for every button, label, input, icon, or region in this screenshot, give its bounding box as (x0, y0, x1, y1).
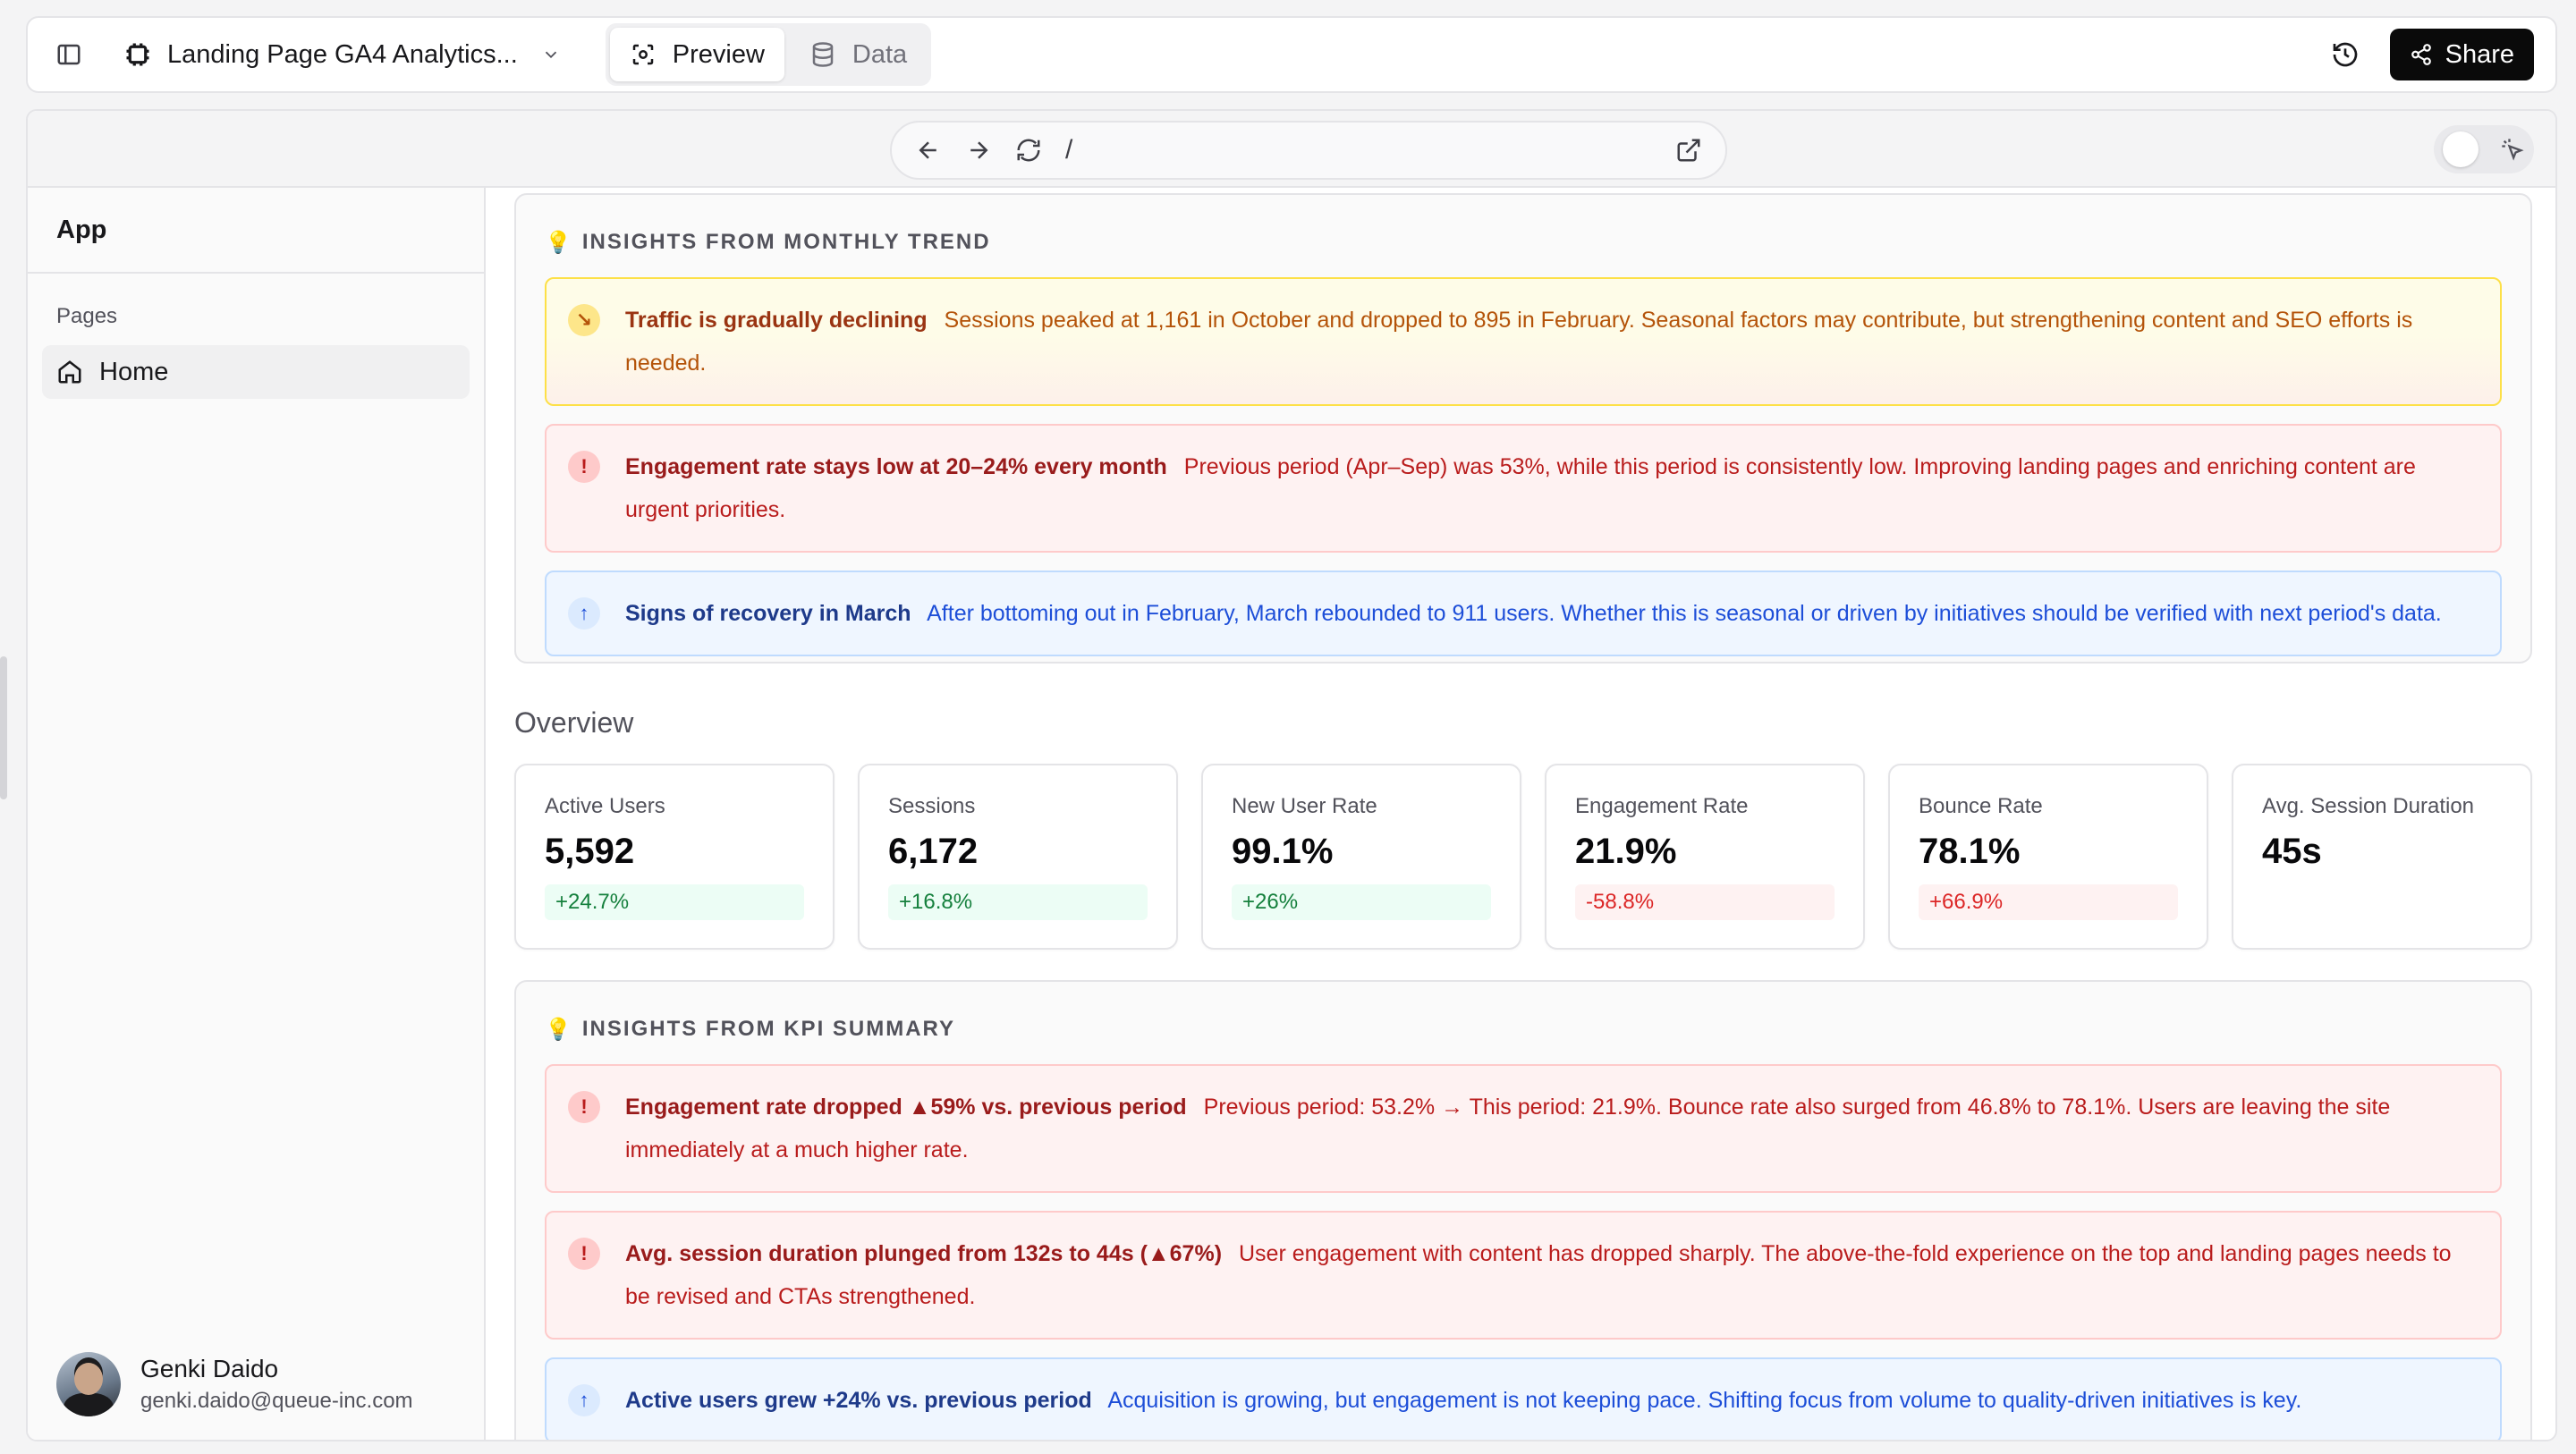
kpi-value: 99.1% (1232, 832, 1334, 871)
forward-arrow-icon[interactable] (965, 137, 992, 164)
insight-title: Avg. session duration plunged from 132s … (625, 1241, 1223, 1266)
refresh-icon[interactable] (1015, 137, 1042, 164)
insights-kpi-summary-card: 💡 INSIGHTS FROM KPI SUMMARY ! Engagement… (514, 980, 2532, 1440)
project-selector[interactable]: Landing Page GA4 Analytics... (124, 40, 561, 70)
insights-monthly-trend-card: 💡 INSIGHTS FROM MONTHLY TREND ↘ Traffic … (514, 193, 2532, 664)
history-button[interactable] (2326, 35, 2365, 74)
insight-title: Active users grew +24% vs. previous peri… (625, 1388, 1092, 1413)
exclamation-icon: ! (568, 1091, 600, 1123)
insights-header-label: INSIGHTS FROM MONTHLY TREND (581, 230, 991, 254)
kpi-value: 78.1% (1919, 832, 2021, 871)
preview-frame: / App Pages Home Genki Daido genki.daido… (26, 109, 2557, 1441)
user-profile[interactable]: Genki Daido genki.daido@queue-inc.com (56, 1352, 413, 1416)
sidebar-item-home[interactable]: Home (42, 345, 470, 399)
browser-toolbar: / (28, 111, 2555, 188)
tab-data[interactable]: Data (790, 28, 927, 81)
project-name: Landing Page GA4 Analytics... (167, 39, 518, 69)
home-icon (58, 360, 81, 384)
user-info: Genki Daido genki.daido@queue-inc.com (140, 1355, 413, 1414)
sidebar-panel-icon (57, 44, 80, 65)
share-label: Share (2445, 39, 2514, 69)
insight-title: Signs of recovery in March (625, 601, 911, 626)
kpi-value: 5,592 (545, 832, 635, 871)
url-path: / (1065, 135, 1073, 165)
user-email: genki.daido@queue-inc.com (140, 1389, 413, 1413)
insight-alert: ! Avg. session duration plunged from 132… (545, 1211, 2502, 1340)
kpi-label: Active Users (545, 794, 665, 818)
kpi-value: 21.9% (1575, 832, 1677, 871)
top-bar: Landing Page GA4 Analytics... Preview Da… (26, 16, 2557, 93)
resize-handle[interactable] (0, 656, 7, 799)
tab-preview-label: Preview (672, 39, 765, 69)
kpi-card-new-user-rate: New User Rate 99.1% +26% (1201, 764, 1521, 950)
share-button[interactable]: Share (2389, 29, 2534, 80)
exclamation-icon: ! (568, 451, 600, 483)
insight-body: Acquisition is growing, but engagement i… (1107, 1388, 2302, 1413)
kpi-value: 6,172 (888, 832, 979, 871)
kpi-delta: +66.9% (1919, 884, 2178, 920)
cursor-click-icon (2502, 139, 2524, 161)
main-content: 💡 INSIGHTS FROM MONTHLY TREND ↘ Traffic … (486, 188, 2555, 1440)
avatar (56, 1352, 121, 1416)
select-mode-toggle[interactable] (2434, 125, 2534, 173)
sidebar-item-label: Home (99, 357, 169, 386)
kpi-card-sessions: Sessions 6,172 +16.8% (858, 764, 1178, 950)
chevron-down-icon (545, 51, 556, 59)
kpi-label: Bounce Rate (1919, 794, 2043, 818)
insight-alert: ↑ Signs of recovery in March After botto… (545, 571, 2502, 656)
pages-section-label: Pages (56, 304, 118, 328)
kpi-label: Avg. Session Duration (2262, 794, 2475, 818)
database-icon (812, 42, 834, 67)
kpi-card-active-users: Active Users 5,592 +24.7% (514, 764, 835, 950)
insight-alert: ↘ Traffic is gradually declining Session… (545, 277, 2502, 406)
view-switch: Preview Data (605, 23, 932, 86)
lightbulb-icon: 💡 (545, 1017, 573, 1042)
tab-preview[interactable]: Preview (609, 28, 784, 81)
arrow-up-icon: ↑ (568, 1384, 600, 1416)
kpi-delta: -58.8% (1575, 884, 1835, 920)
exclamation-icon: ! (568, 1238, 600, 1270)
tab-data-label: Data (852, 39, 908, 69)
project-chip-icon (126, 43, 149, 66)
insight-alert: ! Engagement rate stays low at 20–24% ev… (545, 424, 2502, 553)
share-icon (2411, 44, 2431, 65)
preview-scan-icon (632, 44, 654, 65)
kpi-label: New User Rate (1232, 794, 1377, 818)
lightbulb-icon: 💡 (545, 230, 573, 255)
app-title: App (28, 188, 484, 274)
app-sidebar: App Pages Home Genki Daido genki.daido@q… (28, 188, 486, 1440)
overview-title: Overview (514, 706, 634, 739)
kpi-card-bounce-rate: Bounce Rate 78.1% +66.9% (1888, 764, 2208, 950)
url-bar[interactable]: / (890, 121, 1727, 180)
back-arrow-icon[interactable] (915, 137, 942, 164)
insight-title: Traffic is gradually declining (625, 308, 928, 333)
kpi-value: 45s (2262, 832, 2322, 871)
insight-alert: ↑ Active users grew +24% vs. previous pe… (545, 1357, 2502, 1440)
user-name: Genki Daido (140, 1355, 279, 1382)
kpi-delta: +26% (1232, 884, 1491, 920)
insights-header-label: INSIGHTS FROM KPI SUMMARY (581, 1017, 956, 1041)
insight-title: Engagement rate stays low at 20–24% ever… (625, 454, 1167, 479)
arrow-up-icon: ↑ (568, 597, 600, 630)
insight-body: After bottoming out in February, March r… (927, 601, 2442, 626)
kpi-delta: +24.7% (545, 884, 804, 920)
kpi-row: Active Users 5,592 +24.7% Sessions 6,172… (514, 764, 2532, 950)
insights-header: 💡 INSIGHTS FROM MONTHLY TREND (545, 195, 2502, 277)
kpi-label: Sessions (888, 794, 976, 818)
kpi-delta: +16.8% (888, 884, 1148, 920)
insights-header: 💡 INSIGHTS FROM KPI SUMMARY (545, 982, 2502, 1064)
sidebar-toggle-button[interactable] (49, 35, 89, 74)
insight-alert: ! Engagement rate dropped ▲59% vs. previ… (545, 1064, 2502, 1193)
kpi-card-avg-session-duration: Avg. Session Duration 45s (2232, 764, 2532, 950)
history-icon (2333, 42, 2357, 67)
arrow-down-right-icon: ↘ (568, 304, 600, 336)
kpi-label: Engagement Rate (1575, 794, 1749, 818)
external-link-icon[interactable] (1675, 137, 1702, 164)
toggle-knob (2443, 131, 2479, 167)
kpi-card-engagement-rate: Engagement Rate 21.9% -58.8% (1545, 764, 1865, 950)
insight-title: Engagement rate dropped ▲59% vs. previou… (625, 1095, 1187, 1120)
